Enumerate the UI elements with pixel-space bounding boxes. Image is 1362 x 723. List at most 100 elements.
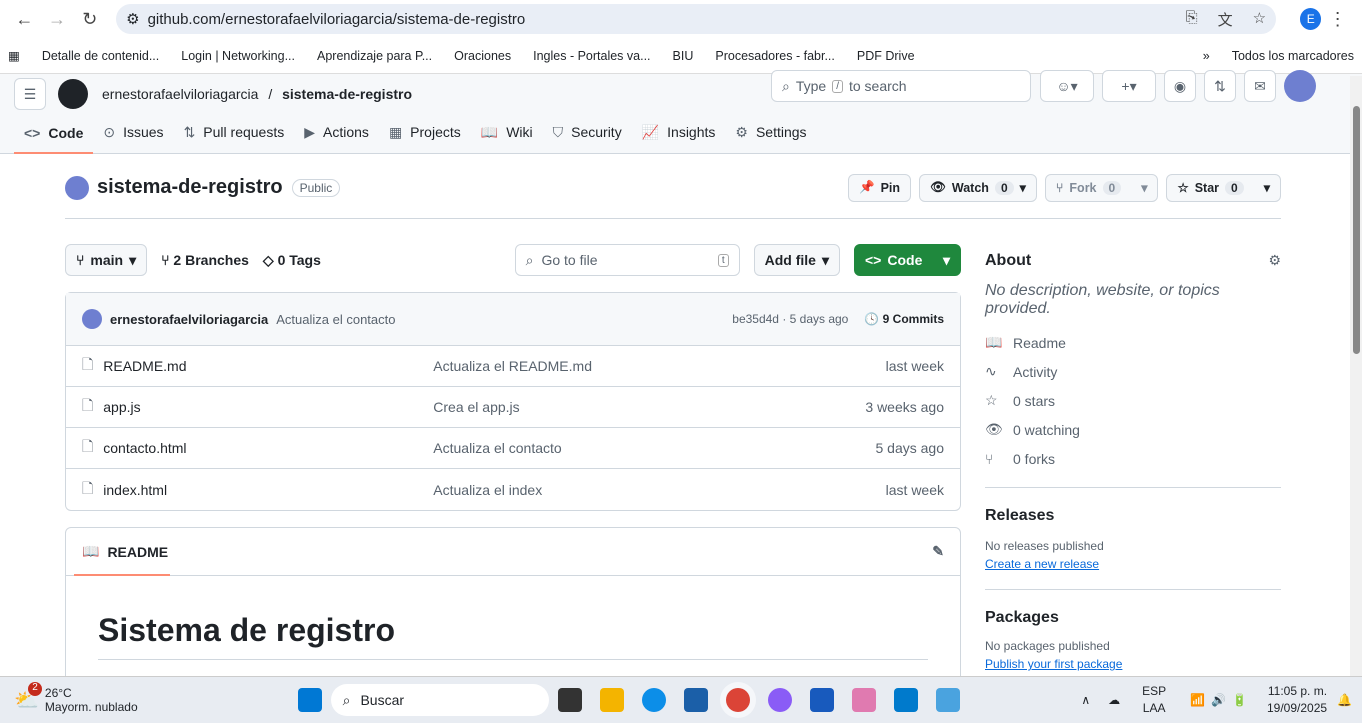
user-avatar[interactable] bbox=[1284, 70, 1316, 102]
copilot-icon[interactable]: ☺▾ bbox=[1040, 70, 1094, 102]
language-indicator[interactable]: ESP LAA bbox=[1142, 683, 1166, 717]
packages-heading[interactable]: Packages bbox=[985, 608, 1281, 627]
file-name[interactable]: index.html bbox=[103, 482, 433, 498]
fork-button[interactable]: ⑂ Fork 0 ▾ bbox=[1044, 173, 1159, 202]
battery-icon[interactable]: 🔋 bbox=[1232, 693, 1247, 707]
wifi-icon[interactable]: 📶 bbox=[1190, 693, 1205, 707]
apps-icon[interactable]: ▦ bbox=[8, 48, 20, 63]
star-bookmark-icon[interactable]: ☆ bbox=[1253, 9, 1266, 30]
url-text: github.com/ernestorafaelviloriagarcia/si… bbox=[147, 10, 526, 28]
pin-button[interactable]: 📌 Pin bbox=[847, 173, 912, 202]
app-icon[interactable] bbox=[851, 688, 876, 712]
tab-settings[interactable]: ⚙ Settings bbox=[725, 124, 816, 153]
create-release-link[interactable]: Create a new release bbox=[985, 557, 1281, 571]
clock[interactable]: 11:05 p. m. 19/09/2025 bbox=[1267, 683, 1327, 717]
taskbar-search[interactable]: ⌕ Buscar bbox=[330, 684, 549, 716]
edge-icon[interactable] bbox=[641, 688, 666, 712]
weather-widget[interactable]: ⛅ 2 26°C Mayorm. nublado bbox=[14, 682, 138, 714]
search-input[interactable]: ⌕ Type / to search bbox=[771, 70, 1031, 102]
file-name[interactable]: README.md bbox=[103, 358, 433, 374]
translate-icon[interactable]: 文 bbox=[1218, 9, 1233, 30]
gear-icon[interactable]: ⚙ bbox=[1268, 252, 1281, 269]
about-item[interactable]: ∿ Activity bbox=[985, 357, 1281, 386]
owner-link[interactable]: ernestorafaelviloriagarcia bbox=[102, 86, 258, 102]
install-icon[interactable]: ⎘ bbox=[1186, 9, 1198, 30]
vscode-icon[interactable] bbox=[893, 688, 918, 712]
about-item[interactable]: ☆ 0 stars bbox=[985, 386, 1281, 415]
add-file-button[interactable]: Add file ▾ bbox=[753, 244, 840, 276]
bookmark-folder[interactable]: Procesadores - fabr... bbox=[715, 49, 835, 63]
windows-start-icon[interactable] bbox=[297, 688, 322, 712]
chrome-icon[interactable] bbox=[725, 688, 750, 712]
reload-icon[interactable]: ↻ bbox=[73, 9, 106, 30]
app-icon[interactable] bbox=[557, 688, 582, 712]
word-icon[interactable] bbox=[809, 688, 834, 712]
bookmark-folder[interactable]: PDF Drive bbox=[857, 49, 915, 63]
bookmark-folder[interactable]: Ingles - Portales va... bbox=[533, 49, 650, 63]
scrollbar-thumb[interactable] bbox=[1353, 106, 1360, 354]
publish-package-link[interactable]: Publish your first package bbox=[985, 657, 1281, 671]
tab-code[interactable]: <> Code bbox=[14, 125, 94, 154]
watch-button[interactable]: 👁 Watch 0 ▾ bbox=[919, 173, 1037, 202]
file-name[interactable]: contacto.html bbox=[103, 440, 433, 456]
edit-pencil-icon[interactable]: ✎ bbox=[932, 543, 944, 560]
readme-tab[interactable]: 📖 README ✎ bbox=[66, 528, 960, 576]
browser-app-icon[interactable] bbox=[767, 688, 792, 712]
file-commit-message[interactable]: Crea el app.js bbox=[433, 399, 519, 415]
back-icon[interactable]: ← bbox=[8, 9, 41, 30]
tags-link[interactable]: ◇ 0 Tags bbox=[263, 252, 321, 269]
store-icon[interactable] bbox=[683, 688, 708, 712]
commits-link[interactable]: 🕓 9 Commits bbox=[864, 312, 944, 326]
tab-issues[interactable]: ⊙ Issues bbox=[93, 124, 173, 153]
tab-insights[interactable]: 📈 Insights bbox=[632, 124, 726, 153]
tab-security[interactable]: ⛉ Security bbox=[543, 124, 632, 153]
releases-heading[interactable]: Releases bbox=[985, 506, 1281, 525]
file-commit-message[interactable]: Actualiza el README.md bbox=[433, 358, 592, 374]
bookmark-folder[interactable]: Todos los marcadores bbox=[1232, 49, 1354, 63]
site-info-icon[interactable]: ⚙ bbox=[126, 10, 139, 28]
tab-projects[interactable]: ▦ Projects bbox=[379, 124, 471, 153]
hamburger-menu-icon[interactable]: ☰ bbox=[14, 78, 46, 110]
file-explorer-icon[interactable] bbox=[599, 688, 624, 712]
branches-link[interactable]: ⑂ 2 Branches bbox=[161, 252, 249, 268]
forward-icon[interactable]: → bbox=[41, 9, 74, 30]
inbox-icon[interactable]: ✉ bbox=[1244, 70, 1276, 102]
repo-link[interactable]: sistema-de-registro bbox=[282, 86, 412, 102]
issues-icon[interactable]: ◉ bbox=[1164, 70, 1196, 102]
scrollbar[interactable] bbox=[1350, 76, 1362, 676]
notepad-icon[interactable] bbox=[935, 688, 960, 712]
tab-actions[interactable]: ▶ Actions bbox=[294, 124, 379, 153]
pull-requests-icon[interactable]: ⇅ bbox=[1204, 70, 1236, 102]
branch-selector[interactable]: ⑂ main ▾ bbox=[65, 244, 148, 276]
about-item[interactable]: 📖 Readme bbox=[985, 328, 1281, 357]
bookmark-folder[interactable]: Oraciones bbox=[454, 49, 511, 63]
file-commit-message[interactable]: Actualiza el contacto bbox=[433, 440, 561, 456]
commit-author[interactable]: ernestorafaelviloriagarcia bbox=[110, 312, 268, 327]
notification-icon[interactable]: 🔔 bbox=[1337, 693, 1352, 707]
star-button[interactable]: ☆ Star 0 ▾ bbox=[1166, 173, 1281, 202]
more-bookmarks-icon[interactable]: » bbox=[1203, 49, 1210, 63]
create-new-icon[interactable]: +▾ bbox=[1102, 70, 1156, 102]
github-logo[interactable] bbox=[58, 79, 88, 109]
profile-avatar[interactable]: E bbox=[1300, 8, 1322, 30]
commit-meta[interactable]: be35d4d · 5 days ago bbox=[732, 312, 848, 326]
file-commit-message[interactable]: Actualiza el index bbox=[433, 482, 542, 498]
about-item[interactable]: ⑂ 0 forks bbox=[985, 444, 1281, 473]
bookmark[interactable]: Detalle de contenid... bbox=[42, 49, 159, 63]
cloud-icon[interactable]: ☁ bbox=[1108, 693, 1120, 707]
address-bar[interactable]: ⚙ github.com/ernestorafaelviloriagarcia/… bbox=[116, 4, 1277, 34]
commit-message[interactable]: Actualiza el contacto bbox=[276, 312, 395, 327]
file-name[interactable]: app.js bbox=[103, 399, 433, 415]
volume-icon[interactable]: 🔊 bbox=[1211, 693, 1226, 707]
about-item[interactable]: 👁 0 watching bbox=[985, 415, 1281, 444]
tab-wiki[interactable]: 📖 Wiki bbox=[471, 124, 543, 153]
go-to-file-input[interactable]: ⌕ Go to file t bbox=[514, 244, 740, 276]
tray-chevron-icon[interactable]: ∧ bbox=[1081, 693, 1090, 707]
code-button[interactable]: <> Code ▾ bbox=[854, 244, 961, 276]
tab-pull-requests[interactable]: ⇅ Pull requests bbox=[174, 124, 295, 153]
bookmark-folder[interactable]: Aprendizaje para P... bbox=[317, 49, 432, 63]
menu-icon[interactable]: ⋮ bbox=[1321, 9, 1354, 30]
repo-title[interactable]: sistema-de-registro bbox=[97, 176, 283, 199]
bookmark[interactable]: Login | Networking... bbox=[181, 49, 295, 63]
bookmark-folder[interactable]: BIU bbox=[673, 49, 694, 63]
